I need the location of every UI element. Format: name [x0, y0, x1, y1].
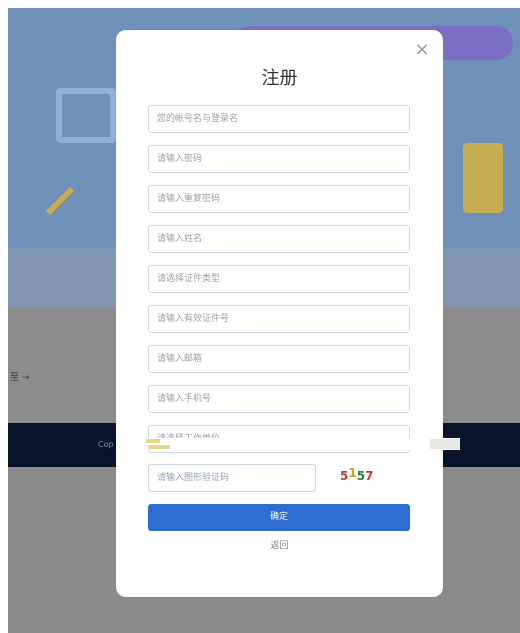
banner-pen-decoration [45, 186, 75, 216]
register-dialog: × 注册 5157 确定 返回 [116, 30, 443, 597]
dialog-title: 注册 [261, 68, 298, 89]
banner-yellow-decoration [463, 143, 503, 213]
captcha-digit: 7 [365, 469, 374, 483]
account-input[interactable] [148, 105, 410, 133]
background-snippet: 至 → [10, 373, 30, 383]
password-input[interactable] [148, 145, 410, 173]
artifact-mark [148, 445, 170, 449]
background-footer-text: Cop [98, 440, 114, 449]
confirm-button[interactable]: 确定 [148, 504, 410, 531]
id-number-input[interactable] [148, 305, 410, 333]
captcha-input[interactable] [148, 464, 316, 492]
captcha-image[interactable]: 5157 [340, 466, 374, 483]
back-link[interactable]: 返回 [116, 538, 443, 551]
artifact-mark [430, 439, 460, 449]
captcha-digit: 1 [348, 466, 357, 480]
name-input[interactable] [148, 225, 410, 253]
close-icon[interactable]: × [414, 40, 430, 60]
email-input[interactable] [148, 345, 410, 373]
render-artifact [130, 438, 460, 450]
id-type-select[interactable] [148, 265, 410, 293]
confirm-password-input[interactable] [148, 185, 410, 213]
artifact-mark [146, 439, 160, 443]
phone-input[interactable] [148, 385, 410, 413]
banner-glyph-decoration [56, 88, 116, 143]
captcha-digit: 5 [356, 469, 366, 483]
